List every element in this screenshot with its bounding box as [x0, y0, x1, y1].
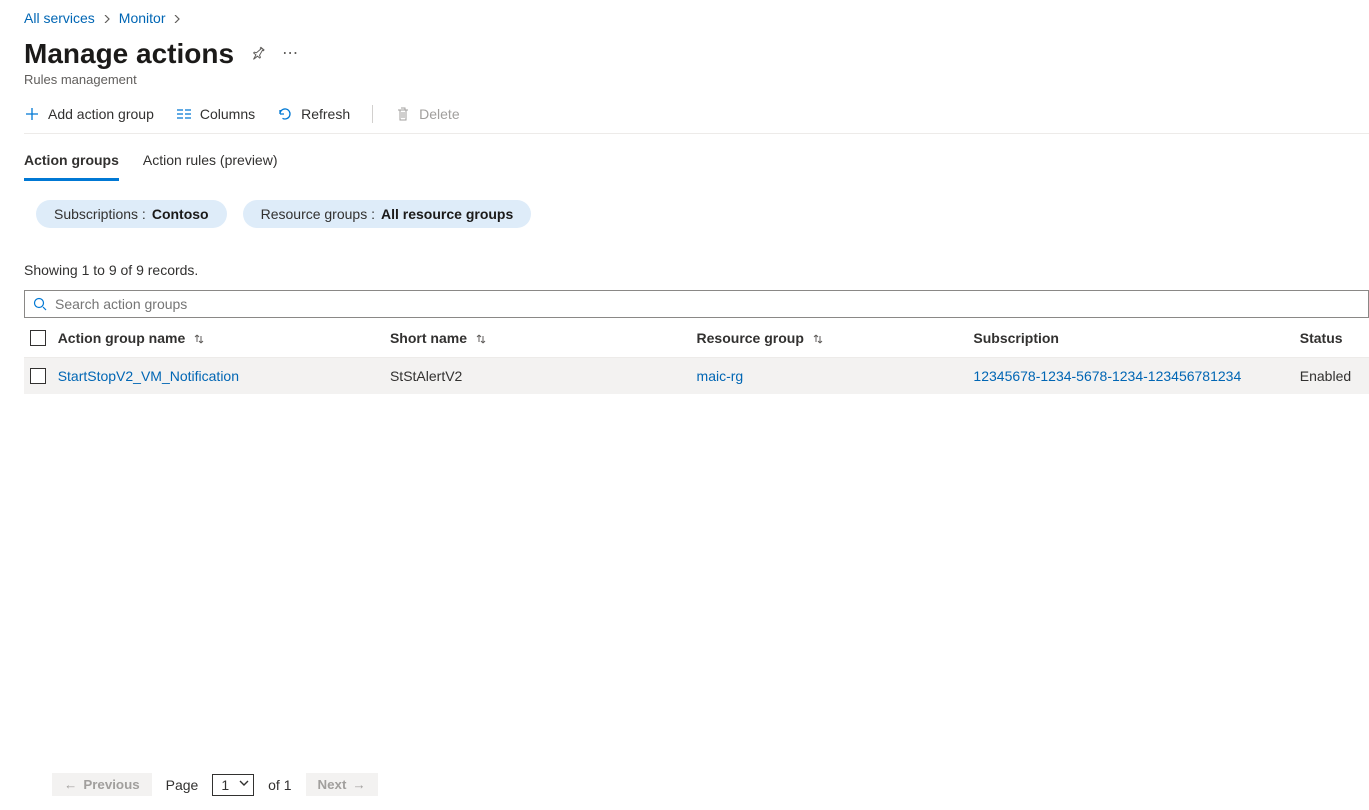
column-label: Subscription: [973, 330, 1059, 346]
plus-icon: [24, 106, 40, 122]
trash-icon: [395, 106, 411, 122]
refresh-button[interactable]: Refresh: [277, 106, 350, 122]
toolbar-label: Add action group: [48, 106, 154, 122]
pin-icon[interactable]: [250, 46, 266, 62]
tab-action-rules[interactable]: Action rules (preview): [143, 146, 278, 181]
cell-status: Enabled: [1300, 368, 1369, 384]
filter-value: Contoso: [152, 206, 209, 222]
add-action-group-button[interactable]: Add action group: [24, 106, 154, 122]
cell-short-name: StStAlertV2: [390, 368, 697, 384]
next-label: Next: [318, 777, 347, 792]
next-button[interactable]: Next →: [306, 773, 378, 796]
page-title: Manage actions: [24, 38, 234, 70]
column-label: Action group name: [58, 330, 186, 346]
more-icon[interactable]: ⋯: [282, 46, 298, 62]
arrow-left-icon: ←: [64, 777, 77, 792]
sort-icon: [193, 332, 205, 344]
chevron-right-icon: [103, 10, 111, 26]
delete-button: Delete: [395, 106, 459, 122]
search-icon: [33, 297, 47, 311]
resource-group-link[interactable]: maic-rg: [697, 368, 744, 384]
action-group-link[interactable]: StartStopV2_VM_Notification: [58, 368, 239, 384]
toolbar-label: Refresh: [301, 106, 350, 122]
select-all-checkbox[interactable]: [24, 330, 58, 346]
search-input[interactable]: [55, 296, 1360, 312]
previous-button[interactable]: ← Previous: [52, 773, 152, 796]
filter-value: All resource groups: [381, 206, 513, 222]
page-subtitle: Rules management: [24, 72, 1369, 87]
of-label: of 1: [268, 777, 291, 793]
toolbar-label: Columns: [200, 106, 255, 122]
filter-bar: Subscriptions : Contoso Resource groups …: [36, 200, 1369, 228]
column-header-subscription[interactable]: Subscription: [973, 330, 1299, 346]
sort-icon: [475, 332, 487, 344]
page-number: 1: [221, 777, 229, 793]
column-label: Resource group: [697, 330, 804, 346]
records-text: Showing 1 to 9 of 9 records.: [24, 262, 1369, 278]
row-checkbox[interactable]: [24, 368, 58, 384]
filter-label: Subscriptions :: [54, 206, 146, 222]
breadcrumb-link-all-services[interactable]: All services: [24, 10, 95, 26]
column-label: Status: [1300, 330, 1343, 346]
column-header-status[interactable]: Status: [1300, 330, 1369, 346]
tabs: Action groups Action rules (preview): [24, 146, 1369, 182]
filter-pill-subscriptions[interactable]: Subscriptions : Contoso: [36, 200, 227, 228]
breadcrumb-link-monitor[interactable]: Monitor: [119, 10, 166, 26]
toolbar-separator: [372, 105, 373, 123]
columns-icon: [176, 106, 192, 122]
arrow-right-icon: →: [352, 777, 365, 792]
chevron-right-icon: [173, 10, 181, 26]
toolbar-label: Delete: [419, 106, 459, 122]
refresh-icon: [277, 106, 293, 122]
subscription-link[interactable]: 12345678-1234-5678-1234-123456781234: [973, 368, 1241, 384]
previous-label: Previous: [83, 777, 139, 792]
sort-icon: [812, 332, 824, 344]
column-label: Short name: [390, 330, 467, 346]
column-header-short-name[interactable]: Short name: [390, 330, 697, 346]
chevron-down-icon: [239, 778, 249, 791]
pagination: ← Previous Page 1 of 1 Next →: [52, 773, 378, 796]
filter-label: Resource groups :: [261, 206, 375, 222]
breadcrumb: All services Monitor: [24, 10, 1369, 26]
filter-pill-resource-groups[interactable]: Resource groups : All resource groups: [243, 200, 532, 228]
page-label: Page: [166, 777, 199, 793]
column-header-name[interactable]: Action group name: [58, 330, 390, 346]
page-select[interactable]: 1: [212, 774, 254, 796]
table-row: StartStopV2_VM_Notification StStAlertV2 …: [24, 358, 1369, 394]
tab-action-groups[interactable]: Action groups: [24, 146, 119, 181]
column-header-resource-group[interactable]: Resource group: [697, 330, 974, 346]
toolbar: Add action group Columns Refresh Delete: [24, 105, 1369, 134]
action-groups-table: Action group name Short name Resource gr…: [24, 318, 1369, 394]
columns-button[interactable]: Columns: [176, 106, 255, 122]
search-box[interactable]: [24, 290, 1369, 318]
